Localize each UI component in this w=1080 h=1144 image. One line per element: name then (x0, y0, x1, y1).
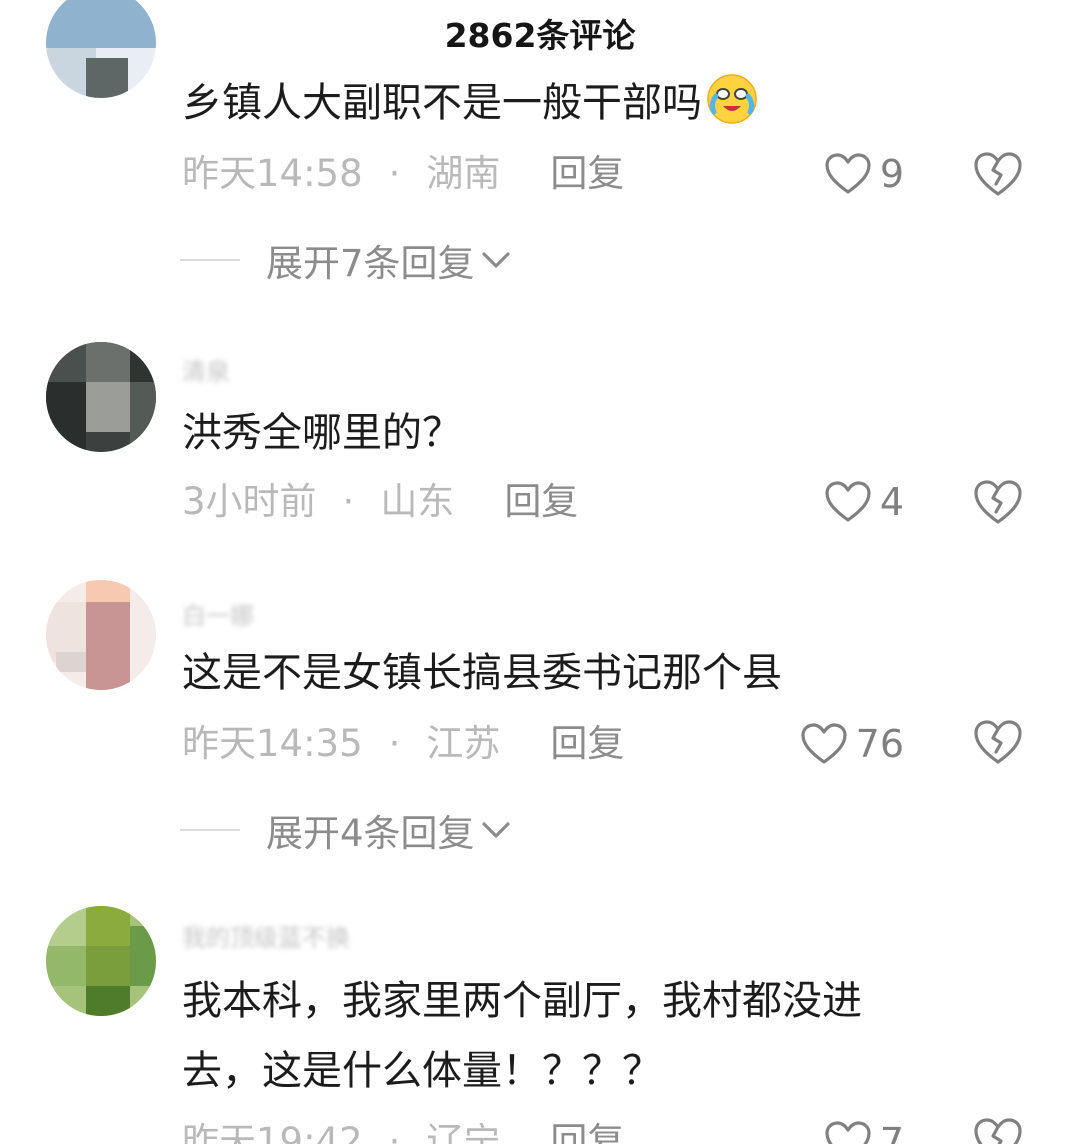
comment-text: 乡镇人大副职不是一般干部吗 (182, 68, 960, 138)
chevron-down-icon (481, 252, 510, 268)
expand-replies-button[interactable]: 展开7条回复 (180, 232, 511, 288)
comment-location: 湖南 (426, 152, 501, 195)
comment-location: 江苏 (426, 722, 501, 765)
comment-location: 山东 (380, 480, 455, 523)
like-button[interactable]: 9 (824, 146, 904, 202)
divider (180, 259, 240, 261)
like-button[interactable]: 4 (824, 474, 904, 530)
comment-meta: 昨天14:35 · 江苏 回复 (182, 722, 625, 765)
comment-time: 昨天14:35 (182, 722, 363, 765)
comment-time: 昨天14:58 (182, 152, 363, 195)
comment-time: 3小时前 (182, 480, 317, 523)
broken-heart-icon[interactable] (972, 1116, 1024, 1144)
comment-text: 洪秀全哪里的？ (182, 410, 462, 456)
comment-location: 辽宁 (426, 1120, 501, 1144)
like-count: 76 (855, 722, 904, 766)
heart-outline-icon (825, 481, 871, 522)
heart-outline-icon (801, 723, 847, 764)
comment-meta: 3小时前 · 山东 回复 (182, 480, 579, 523)
avatar[interactable] (46, 0, 156, 98)
reply-button[interactable]: 回复 (550, 152, 624, 195)
avatar[interactable] (46, 906, 156, 1016)
like-count: 4 (879, 480, 904, 524)
comment-text: 这是不是女镇长搞县委书记那个县 (182, 650, 782, 696)
reply-button[interactable]: 回复 (504, 480, 578, 523)
like-button[interactable]: 76 (800, 716, 904, 772)
comment-meta: 昨天14:58 · 湖南 回复 (182, 152, 625, 195)
crying-laughing-emoji-icon (707, 74, 757, 124)
broken-heart-icon[interactable] (972, 718, 1024, 766)
avatar[interactable] (46, 342, 156, 452)
chevron-down-icon (481, 822, 510, 838)
like-count: 9 (879, 152, 904, 196)
reply-button[interactable]: 回复 (550, 722, 624, 765)
heart-outline-icon (825, 1121, 871, 1144)
expand-replies-button[interactable]: 展开4条回复 (180, 802, 511, 858)
like-count: 7 (879, 1120, 904, 1144)
username[interactable]: 清泉 (182, 352, 230, 387)
comment-time: 昨天19:42 (182, 1120, 363, 1144)
username[interactable]: 我的顶级蓝不换 (182, 918, 350, 953)
reply-button[interactable]: 回复 (550, 1120, 624, 1144)
broken-heart-icon[interactable] (972, 478, 1024, 526)
comment-meta: 昨天19:42 · 辽宁 回复 (182, 1114, 624, 1144)
username[interactable]: 白一娜 (182, 596, 254, 631)
divider (180, 829, 240, 831)
avatar[interactable] (46, 580, 156, 690)
comment-text: 我本科，我家里两个副厅，我村都没进 (182, 978, 862, 1024)
broken-heart-icon[interactable] (972, 150, 1024, 198)
heart-outline-icon (825, 153, 871, 194)
comment-text-line2: 去，这是什么体量！？？？ (182, 1048, 662, 1094)
like-button[interactable]: 7 (824, 1114, 904, 1144)
comment-count-title: 2862条评论 (444, 16, 636, 55)
